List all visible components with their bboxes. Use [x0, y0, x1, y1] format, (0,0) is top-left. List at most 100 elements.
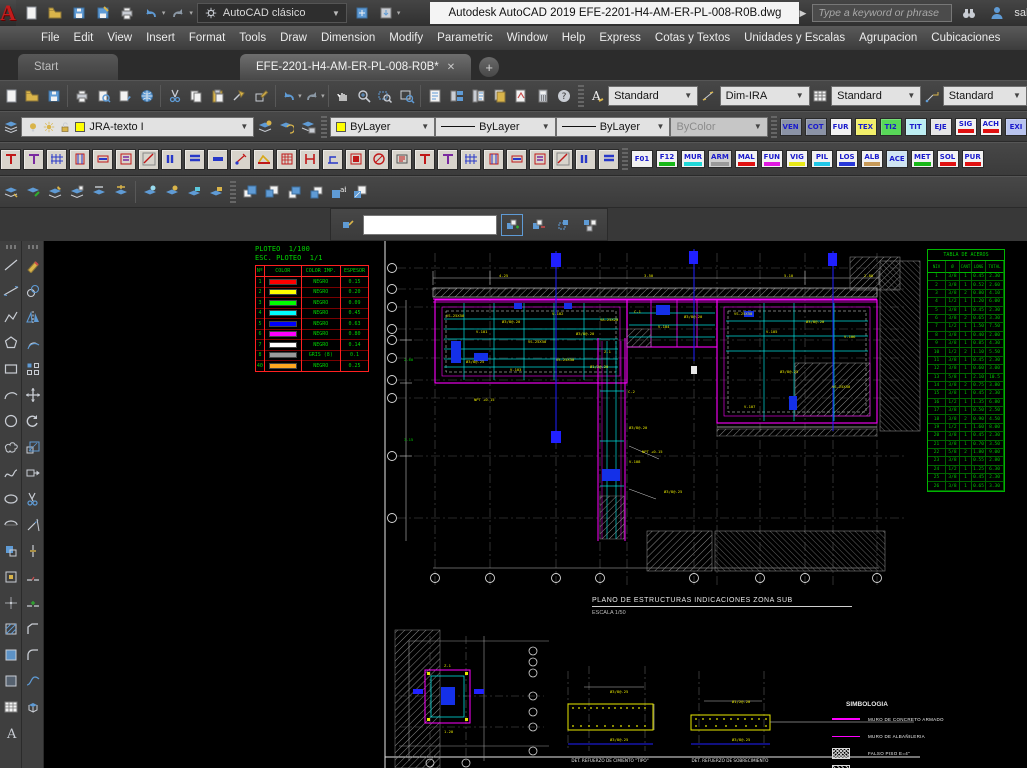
layer-walk-button[interactable]: [0, 181, 22, 203]
undo-dropdown-icon[interactable]: ▾: [162, 9, 166, 17]
menu-parametric[interactable]: Parametric: [430, 26, 500, 50]
plot-preview-button[interactable]: [93, 85, 114, 107]
qat-open-icon[interactable]: [44, 2, 66, 24]
custom-tool-button-12[interactable]: [253, 149, 274, 170]
cmd-button-met[interactable]: MET: [911, 150, 934, 168]
block-editor-button[interactable]: [250, 85, 271, 107]
tab-close-icon[interactable]: ✕: [447, 62, 455, 73]
layer-freeze-button[interactable]: [139, 181, 161, 203]
send-to-back-button[interactable]: [261, 181, 283, 203]
modify-blend-button[interactable]: [22, 668, 44, 694]
modify-trim-button[interactable]: [22, 486, 44, 512]
layer-combo[interactable]: JRA-texto I ▼: [21, 117, 254, 137]
menu-cotas-y-textos[interactable]: Cotas y Textos: [648, 26, 737, 50]
layer-off-button[interactable]: [161, 181, 183, 203]
cmd-button-los[interactable]: LOS: [836, 150, 858, 168]
custom-tool-button-20[interactable]: [437, 149, 458, 170]
properties-button[interactable]: [424, 85, 445, 107]
custom-tool-button-6[interactable]: [115, 149, 136, 170]
modify-break-button[interactable]: [22, 564, 44, 590]
cmd-button-ven[interactable]: VEN: [780, 118, 802, 136]
make-object-layer-current-button[interactable]: [254, 116, 275, 138]
custom-tool-button-7[interactable]: [138, 149, 159, 170]
modify-erase-button[interactable]: [22, 252, 44, 278]
custom-tool-button-24[interactable]: [529, 149, 550, 170]
group-edit-icon[interactable]: [337, 214, 359, 236]
layer-isolate-button[interactable]: [88, 181, 110, 203]
modify-array-button[interactable]: [22, 356, 44, 382]
custom-tool-button-5[interactable]: [92, 149, 113, 170]
modify-chamfer-button[interactable]: [22, 616, 44, 642]
draw-hatch-button[interactable]: [0, 616, 22, 642]
web-button[interactable]: [136, 85, 157, 107]
lineweight-combo[interactable]: ByLayer▼: [556, 117, 671, 137]
copy-objects-new-layer-button[interactable]: [66, 181, 88, 203]
group-ungroup-button[interactable]: [527, 214, 549, 236]
cut-button[interactable]: [164, 85, 185, 107]
modify-toolbar-grip[interactable]: [28, 245, 38, 249]
draw-table-button[interactable]: [0, 694, 22, 720]
custom-tool-button-2[interactable]: [23, 149, 44, 170]
layer-states-button[interactable]: [297, 116, 318, 138]
infocenter-expand-icon[interactable]: ▶: [799, 8, 806, 19]
zoom-previous-button[interactable]: [396, 85, 417, 107]
modify-rotate-button[interactable]: [22, 408, 44, 434]
qat-customize-icon[interactable]: ▾: [397, 9, 401, 17]
menu-tools[interactable]: Tools: [232, 26, 273, 50]
custom-tool-button-17[interactable]: [368, 149, 389, 170]
cmd-button-sol[interactable]: SOL: [937, 150, 959, 168]
signed-in-user[interactable]: sahira_br: [1014, 7, 1027, 19]
markup-button[interactable]: [510, 85, 531, 107]
zoom-window-button[interactable]: [375, 85, 396, 107]
draw-toolbar-grip[interactable]: [6, 245, 16, 249]
qat-plot-icon[interactable]: [116, 2, 138, 24]
menu-file[interactable]: File: [34, 26, 67, 50]
designcenter-button[interactable]: [446, 85, 467, 107]
menu-insert[interactable]: Insert: [139, 26, 182, 50]
menu-agrupacion[interactable]: Agrupacion: [852, 26, 924, 50]
change-to-current-layer-button[interactable]: [44, 181, 66, 203]
cmd-button-eje[interactable]: EJE: [930, 118, 952, 136]
cmd-button-mur[interactable]: MUR: [681, 150, 705, 168]
draw-point-button[interactable]: [0, 590, 22, 616]
search-icon[interactable]: [958, 2, 980, 24]
send-under-button[interactable]: [305, 181, 327, 203]
table-style-combo[interactable]: Standard▼: [831, 86, 921, 106]
layer-properties-button[interactable]: [0, 116, 21, 138]
cmd-button-f01[interactable]: F01: [631, 150, 653, 168]
open-button[interactable]: [21, 85, 42, 107]
menu-dimension[interactable]: Dimension: [314, 26, 382, 50]
menu-window[interactable]: Window: [500, 26, 555, 50]
menu-draw[interactable]: Draw: [273, 26, 314, 50]
custom-tool-button-15[interactable]: [322, 149, 343, 170]
cmd-button-fun[interactable]: FUN: [761, 150, 783, 168]
quickcalc-button[interactable]: [532, 85, 553, 107]
linetype-combo[interactable]: ByLayer▼: [435, 117, 556, 137]
modify-stretch-button[interactable]: [22, 460, 44, 486]
modify-offset-button[interactable]: [22, 330, 44, 356]
mleader-style-combo[interactable]: Standard▼: [943, 86, 1027, 106]
draw-gradient-button[interactable]: [0, 642, 22, 668]
modify-move-button[interactable]: [22, 382, 44, 408]
custom-tool-button-19[interactable]: [414, 149, 435, 170]
tab-start[interactable]: Start: [18, 54, 118, 80]
group-manager-button[interactable]: [579, 214, 601, 236]
zoom-realtime-button[interactable]: [353, 85, 374, 107]
layer-unlock-button[interactable]: [205, 181, 227, 203]
help-button[interactable]: ?: [553, 85, 574, 107]
qat-redo-icon[interactable]: [167, 2, 189, 24]
qat-save-icon[interactable]: [68, 2, 90, 24]
search-input[interactable]: Type a keyword or phrase: [812, 4, 952, 22]
qat-new-icon[interactable]: [20, 2, 42, 24]
save-button[interactable]: [43, 85, 64, 107]
menu-express[interactable]: Express: [592, 26, 648, 50]
layer-previous-button[interactable]: [276, 116, 297, 138]
match-properties-button[interactable]: [229, 85, 250, 107]
cmd-button-cot[interactable]: COT: [805, 118, 827, 136]
modify-mirror-button[interactable]: [22, 304, 44, 330]
custom-tool-button-21[interactable]: [460, 149, 481, 170]
draw-mtext-button[interactable]: A: [0, 720, 22, 746]
redo-dropdown-icon[interactable]: ▾: [189, 9, 193, 17]
modify-join-button[interactable]: [22, 590, 44, 616]
plot-button[interactable]: [71, 85, 92, 107]
